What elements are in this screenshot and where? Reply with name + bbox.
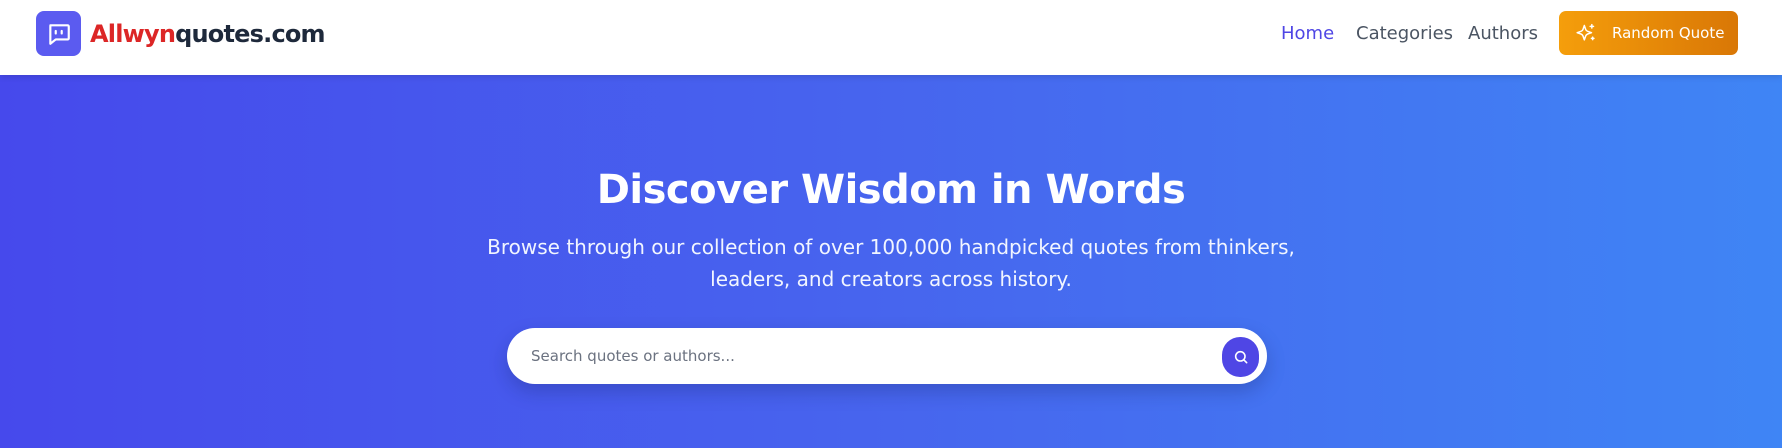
site-logo-link[interactable]: Allwynquotes.com — [36, 11, 326, 56]
logo-brand-highlight: Allwyn — [90, 19, 176, 48]
nav-link-authors[interactable]: Authors — [1468, 23, 1538, 44]
hero-title: Discover Wisdom in Words — [596, 167, 1186, 213]
nav-link-home[interactable]: Home — [1281, 23, 1334, 44]
site-logo-text: Allwynquotes.com — [90, 19, 326, 48]
search-bar — [507, 328, 1267, 384]
top-navbar: Allwynquotes.com Home Categories Authors… — [0, 0, 1782, 75]
search-input[interactable] — [531, 328, 1181, 384]
nav-link-categories[interactable]: Categories — [1356, 23, 1453, 44]
hero-section: Discover Wisdom in Words Browse through … — [0, 75, 1782, 448]
search-button[interactable] — [1222, 337, 1259, 377]
logo-brand-rest: quotes.com — [175, 19, 325, 48]
hero-subtitle: Browse through our collection of over 10… — [487, 235, 1295, 291]
random-quote-button[interactable]: Random Quote — [1559, 11, 1738, 55]
chat-quote-icon — [36, 11, 81, 56]
sparkles-icon — [1576, 23, 1596, 47]
random-quote-label: Random Quote — [1612, 24, 1725, 42]
search-icon — [1233, 349, 1249, 365]
